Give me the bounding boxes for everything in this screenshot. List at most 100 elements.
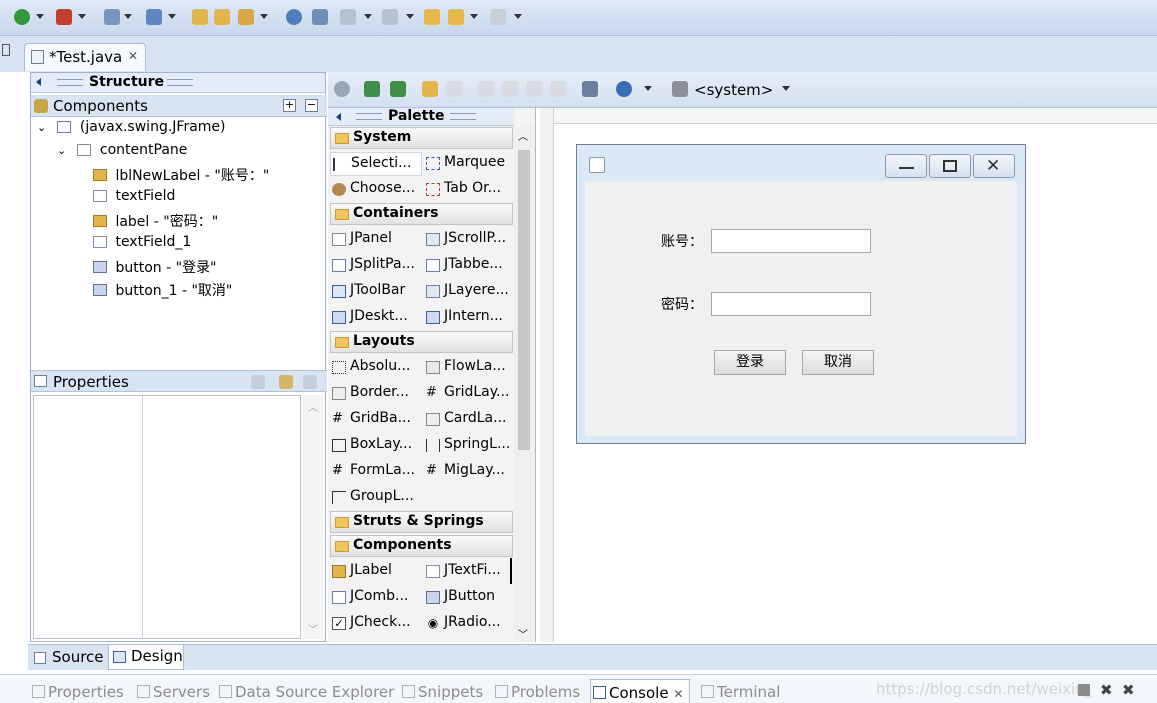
palette-item-spring-layout[interactable]: SpringL... bbox=[424, 434, 516, 458]
pin-icon[interactable] bbox=[1078, 684, 1090, 696]
palette-item-jpanel[interactable]: JPanel bbox=[330, 228, 422, 252]
tree-node-textfield[interactable]: textField bbox=[93, 188, 175, 210]
palette-category-system[interactable]: System bbox=[330, 127, 513, 149]
palette-item-jlabel[interactable]: JLabel bbox=[330, 560, 422, 584]
show-events-icon[interactable] bbox=[251, 375, 265, 389]
new-class-icon[interactable] bbox=[146, 9, 162, 25]
run-icon[interactable] bbox=[14, 9, 30, 25]
show-advanced-icon[interactable] bbox=[303, 375, 317, 389]
view-tab-data-source-explorer[interactable]: Data Source Explorer bbox=[219, 683, 394, 701]
prev-dropdown-icon[interactable] bbox=[406, 14, 414, 19]
goto-definition-icon[interactable] bbox=[279, 375, 293, 389]
back-icon[interactable] bbox=[448, 9, 464, 25]
palette-category-struts-springs[interactable]: Struts & Springs bbox=[330, 511, 513, 533]
close-window-button[interactable]: ✕ bbox=[973, 154, 1015, 178]
annotation-dropdown-icon[interactable] bbox=[364, 14, 372, 19]
palette-item-jlayeredpane[interactable]: JLayere... bbox=[424, 280, 516, 304]
remove-launch-icon[interactable]: ✖ bbox=[1100, 681, 1113, 699]
cancel-button[interactable]: 取消 bbox=[802, 350, 874, 375]
tree-node-contentpane[interactable]: ⌄ contentPane bbox=[57, 142, 187, 164]
view-tab-properties[interactable]: Properties bbox=[32, 683, 124, 701]
undo-icon[interactable] bbox=[422, 81, 438, 97]
forward-dropdown-icon[interactable] bbox=[514, 14, 522, 19]
tab-source[interactable]: Source bbox=[30, 647, 106, 669]
chevron-down-icon[interactable]: ⌄ bbox=[37, 121, 47, 134]
palette-item-absolute-layout[interactable]: Absolu... bbox=[330, 356, 422, 380]
forward-icon[interactable] bbox=[490, 9, 506, 25]
debug-dropdown-icon[interactable] bbox=[78, 14, 86, 19]
external-nls-icon[interactable] bbox=[364, 81, 380, 97]
last-edit-icon[interactable] bbox=[424, 9, 440, 25]
palette-category-layouts[interactable]: Layouts bbox=[330, 331, 513, 353]
chevron-down-icon[interactable]: ⌄ bbox=[57, 144, 67, 157]
prev-annotation-icon[interactable] bbox=[382, 9, 398, 25]
tree-node-jframe[interactable]: ⌄ (javax.swing.JFrame) bbox=[37, 119, 226, 141]
remove-all-icon[interactable]: ✖ bbox=[1122, 681, 1135, 699]
new-dropdown-icon[interactable] bbox=[124, 14, 132, 19]
paste-icon[interactable] bbox=[526, 81, 542, 97]
palette-category-components[interactable]: Components bbox=[330, 535, 513, 557]
view-tab-servers[interactable]: Servers bbox=[137, 683, 210, 701]
redo-icon[interactable] bbox=[446, 81, 462, 97]
palette-item-jinternalframe[interactable]: JIntern... bbox=[424, 306, 516, 330]
back-dropdown-icon[interactable] bbox=[470, 14, 478, 19]
palette-item-box-layout[interactable]: BoxLay... bbox=[330, 434, 422, 458]
class-dropdown-icon[interactable] bbox=[168, 14, 176, 19]
palette-item-flow-layout[interactable]: FlowLa... bbox=[424, 356, 516, 380]
tree-node-lblnewlabel[interactable]: lblNewLabel - "账号：" bbox=[93, 165, 269, 187]
palette-item-grid-layout[interactable]: # GridLay... bbox=[424, 382, 516, 406]
palette-item-jtabbedpane[interactable]: JTabbe... bbox=[424, 254, 516, 278]
tab-design[interactable]: Design bbox=[108, 645, 184, 670]
palette-item-choose[interactable]: Choose... bbox=[330, 178, 422, 202]
look-and-feel-icon[interactable] bbox=[672, 81, 688, 97]
test-preview-icon[interactable] bbox=[334, 81, 350, 97]
copy-icon[interactable] bbox=[502, 81, 518, 97]
task-icon[interactable] bbox=[312, 9, 328, 25]
view-tab-terminal[interactable]: Terminal bbox=[701, 683, 780, 701]
maximize-button[interactable] bbox=[929, 154, 971, 178]
cut-icon[interactable] bbox=[478, 81, 494, 97]
debug-icon[interactable] bbox=[56, 9, 72, 25]
chevron-down-icon[interactable]: ﹀ bbox=[518, 626, 528, 641]
tree-node-button-1[interactable]: button_1 - "取消" bbox=[93, 280, 232, 302]
reparse-icon[interactable] bbox=[390, 81, 406, 97]
palette-item-jcombobox[interactable]: JComb... bbox=[330, 586, 422, 610]
palette-item-jradiobutton[interactable]: ◉ JRadio... bbox=[424, 612, 516, 636]
expand-all-icon[interactable]: + bbox=[283, 99, 296, 112]
palette-item-gridbag-layout[interactable]: # GridBa... bbox=[330, 408, 422, 432]
search-dropdown-icon[interactable] bbox=[260, 14, 268, 19]
palette-item-form-layout[interactable]: # FormLa... bbox=[330, 460, 422, 484]
search-icon[interactable] bbox=[238, 9, 254, 25]
tree-node-label[interactable]: label - "密码：" bbox=[93, 211, 218, 233]
look-and-feel-dropdown-icon[interactable] bbox=[782, 86, 790, 91]
collapse-left-icon[interactable] bbox=[336, 113, 341, 121]
close-icon[interactable]: ✕ bbox=[673, 687, 683, 701]
look-and-feel-label[interactable]: <system> bbox=[694, 81, 773, 99]
run-dropdown-icon[interactable] bbox=[36, 14, 44, 19]
globe-icon[interactable] bbox=[616, 81, 632, 97]
minimize-button[interactable] bbox=[885, 154, 927, 178]
events-icon[interactable] bbox=[582, 81, 598, 97]
password-field[interactable] bbox=[711, 292, 871, 316]
content-pane[interactable]: 账号： 密码： 登录 取消 bbox=[585, 181, 1017, 436]
palette-item-marquee[interactable]: Marquee bbox=[424, 152, 516, 176]
globe-dropdown-icon[interactable] bbox=[644, 86, 652, 91]
palette-item-jdesktoppane[interactable]: JDeskt... bbox=[330, 306, 422, 330]
restore-icon[interactable] bbox=[2, 44, 10, 56]
palette-item-jtoolbar[interactable]: JToolBar bbox=[330, 280, 422, 304]
palette-item-card-layout[interactable]: CardLa... bbox=[424, 408, 516, 432]
collapse-left-icon[interactable] bbox=[36, 78, 41, 86]
open-type-icon[interactable] bbox=[192, 9, 208, 25]
close-icon[interactable]: ✕ bbox=[128, 49, 138, 63]
palette-category-containers[interactable]: Containers bbox=[330, 203, 513, 225]
tree-node-button[interactable]: button - "登录" bbox=[93, 257, 216, 279]
properties-scrollbar[interactable]: ︿ ﹀ bbox=[303, 395, 323, 639]
globe-icon[interactable] bbox=[286, 9, 302, 25]
palette-item-group-layout[interactable]: GroupL... bbox=[330, 486, 422, 510]
palette-item-mig-layout[interactable]: # MigLay... bbox=[424, 460, 516, 484]
palette-item-jbutton[interactable]: JButton bbox=[424, 586, 516, 610]
palette-item-jtextfield[interactable]: JTextFi... bbox=[424, 560, 516, 584]
scrollbar-thumb[interactable] bbox=[518, 150, 530, 450]
view-tab-problems[interactable]: Problems bbox=[495, 683, 580, 701]
jframe-preview[interactable]: ✕ 账号： 密码： 登录 取消 bbox=[576, 144, 1026, 444]
